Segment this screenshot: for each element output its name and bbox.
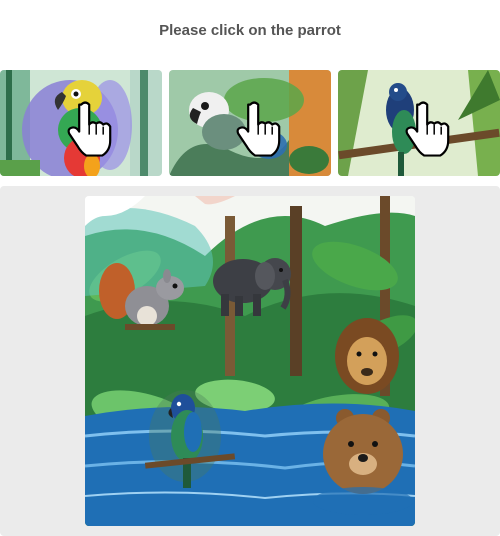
- lion: [335, 318, 399, 394]
- challenge-panel: [0, 186, 500, 536]
- hand-pointer-icon: [405, 101, 450, 157]
- captcha-prompt: Please click on the parrot: [159, 22, 341, 39]
- hand-pointer-icon: [67, 101, 112, 157]
- example-image-parrot-1: [0, 70, 162, 176]
- example-image-parrot-3: [338, 70, 500, 176]
- captcha-page: Please click on the parrot: [0, 0, 500, 536]
- hand-pointer-icon: [236, 101, 281, 157]
- example-images-row: [0, 70, 500, 176]
- example-image-parrot-2: [169, 70, 331, 176]
- challenge-scene-image[interactable]: [85, 196, 415, 526]
